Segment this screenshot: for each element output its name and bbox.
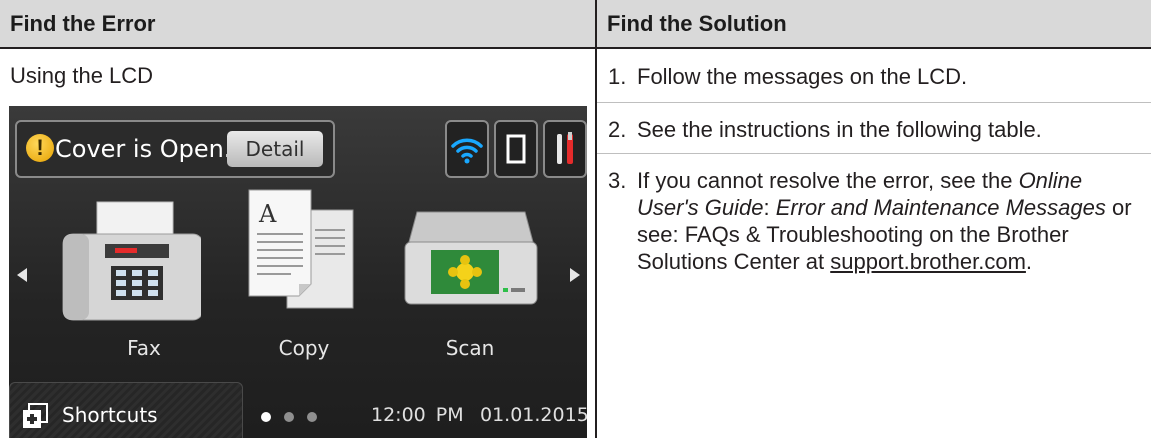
svg-text:A: A xyxy=(258,200,277,228)
step-separator xyxy=(597,153,1151,154)
step-text: Follow the messages on the LCD. xyxy=(637,64,968,89)
fax-label: Fax xyxy=(127,336,161,360)
shortcuts-label: Shortcuts xyxy=(62,403,158,427)
fax-app-button[interactable] xyxy=(51,186,204,356)
tools-icon[interactable] xyxy=(543,120,587,178)
scroll-right-arrow-icon[interactable] xyxy=(570,268,580,282)
lcd-time: 12:00 PM xyxy=(371,404,464,426)
header-find-error-label: Find the Error xyxy=(10,11,156,36)
step-separator xyxy=(597,102,1151,103)
warning-icon: ! xyxy=(26,134,54,162)
header-find-error: Find the Error xyxy=(0,0,595,47)
copy-app-button[interactable]: A xyxy=(229,186,379,356)
page-dot xyxy=(261,412,271,422)
step-text: See the instructions in the following ta… xyxy=(637,117,1042,142)
scan-label: Scan xyxy=(445,336,495,360)
copy-icon: A xyxy=(248,189,354,309)
fax-icon xyxy=(62,201,204,321)
status-bar[interactable]: ! Cover is Open. Detail xyxy=(15,120,335,178)
column-divider xyxy=(595,0,597,438)
copy-label: Copy xyxy=(278,336,330,360)
page-dot xyxy=(307,412,317,422)
page-dot xyxy=(284,412,294,422)
header-find-solution-label: Find the Solution xyxy=(607,11,787,36)
guide-topic: Error and Maintenance Messages xyxy=(775,195,1106,220)
step-number: 3. xyxy=(608,168,627,193)
shortcuts-button[interactable]: Shortcuts xyxy=(9,382,243,438)
scroll-left-arrow-icon[interactable] xyxy=(17,268,27,282)
shortcuts-icon xyxy=(23,403,48,428)
lcd-screen: ! Cover is Open. Detail Fax A Copy Scan … xyxy=(9,106,587,438)
memory-card-icon[interactable] xyxy=(494,120,538,178)
header-divider xyxy=(0,47,1151,49)
status-message: Cover is Open. xyxy=(55,135,232,163)
wifi-icon[interactable] xyxy=(445,120,489,178)
step-number: 1. xyxy=(608,64,627,89)
detail-button[interactable]: Detail xyxy=(227,131,323,167)
scan-app-button[interactable] xyxy=(395,186,545,356)
scan-icon xyxy=(404,211,538,305)
step-text: If you cannot resolve the error, see the… xyxy=(637,167,1147,275)
step-text-end: . xyxy=(1025,249,1033,274)
step-number: 2. xyxy=(608,117,627,142)
using-lcd-heading: Using the LCD xyxy=(10,63,154,88)
header-find-solution: Find the Solution xyxy=(597,0,1151,47)
step-text-intro: If you cannot resolve the error, see the xyxy=(637,168,1019,193)
lcd-date: 01.01.2015 xyxy=(480,404,587,426)
colon: : xyxy=(763,195,776,220)
support-link[interactable]: support.brother.com xyxy=(830,249,1026,274)
page-indicator xyxy=(261,409,330,427)
